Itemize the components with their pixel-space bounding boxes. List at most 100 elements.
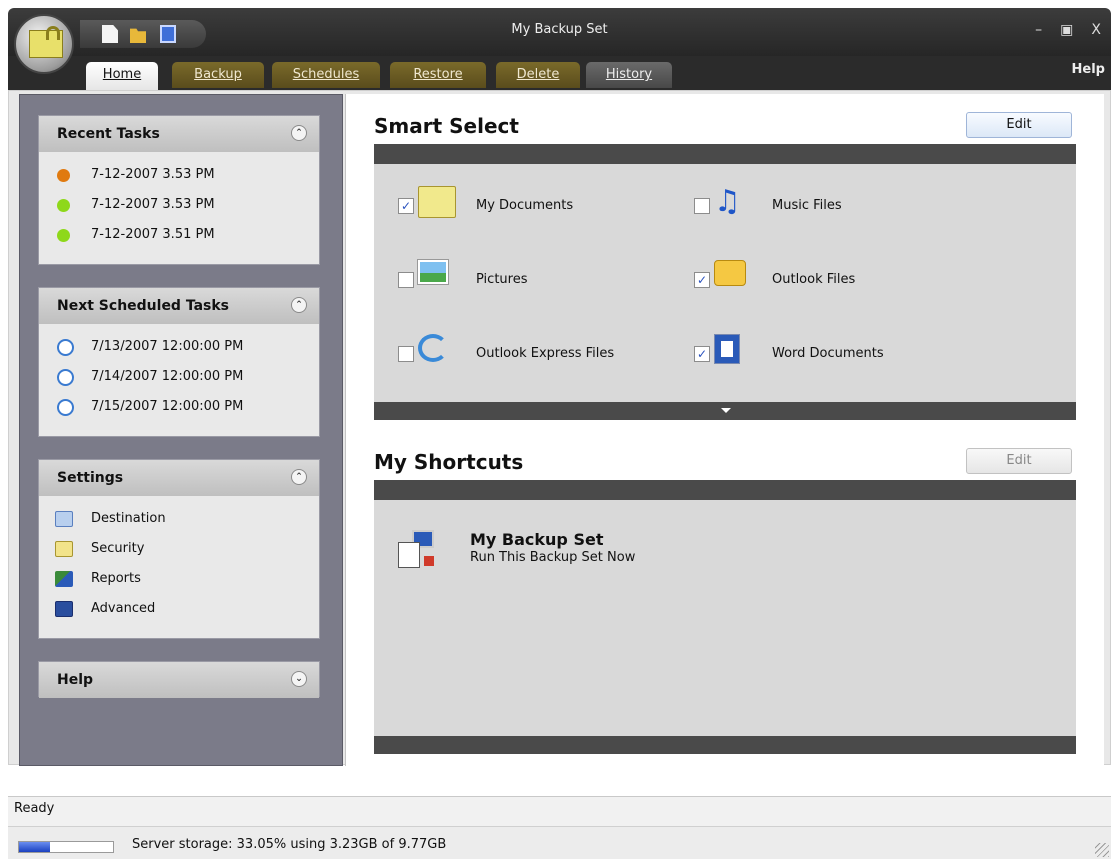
- close-icon[interactable]: X: [1091, 22, 1101, 38]
- shortcut-title: My Backup Set: [470, 530, 604, 549]
- settings-item-destination[interactable]: Destination: [39, 504, 319, 534]
- outlook-files-label: Outlook Files: [772, 272, 856, 287]
- window-controls: – ▣ X: [1035, 22, 1101, 38]
- storage-text: Server storage: 33.05% using 3.23GB of 9…: [132, 837, 447, 852]
- folder-icon: [55, 541, 73, 557]
- help-link[interactable]: Help: [1072, 62, 1105, 77]
- settings-title: Settings: [57, 470, 124, 486]
- destination-icon: [55, 511, 73, 527]
- status-orange-icon: [57, 169, 70, 182]
- my-documents-label: My Documents: [476, 198, 574, 213]
- collapse-icon[interactable]: ⌃: [291, 297, 307, 313]
- smart-select-header-bar: [374, 144, 1076, 164]
- smart-item-music-files: ♫ Music Files: [690, 186, 930, 226]
- smart-item-my-documents: ✓ My Documents: [394, 186, 634, 226]
- my-documents-checkbox[interactable]: ✓: [398, 198, 414, 214]
- smart-item-pictures: Pictures: [394, 260, 634, 300]
- status-green-icon: [57, 229, 70, 242]
- smart-select-well: ✓ My Documents ♫ Music Files Pictures ✓ …: [374, 164, 1076, 402]
- status-text: Ready: [14, 801, 55, 816]
- settings-header[interactable]: Settings ⌃: [39, 460, 319, 496]
- reports-icon: [55, 571, 73, 587]
- scheduled-tasks-title: Next Scheduled Tasks: [57, 298, 229, 314]
- tab-delete[interactable]: Delete: [496, 62, 580, 88]
- tab-history[interactable]: History: [586, 62, 672, 88]
- shortcuts-footer-bar: [374, 736, 1076, 754]
- sidebar: Recent Tasks ⌃ 7-12-2007 3.53 PM 7-12-20…: [19, 94, 343, 766]
- storage-meter: [18, 841, 114, 853]
- outlook-express-label: Outlook Express Files: [476, 346, 615, 361]
- smart-item-word-documents: ✓ Word Documents: [690, 334, 950, 374]
- maximize-icon[interactable]: ▣: [1060, 22, 1073, 38]
- window-title: My Backup Set: [511, 22, 608, 37]
- smart-select-edit-button[interactable]: Edit: [966, 112, 1072, 138]
- outlook-icon: [714, 260, 746, 286]
- smart-select-footer-bar[interactable]: [374, 402, 1076, 420]
- shortcuts-header-bar: [374, 480, 1076, 500]
- outlook-files-checkbox[interactable]: ✓: [694, 272, 710, 288]
- collapse-icon[interactable]: ⌃: [291, 125, 307, 141]
- word-documents-checkbox[interactable]: ✓: [694, 346, 710, 362]
- expand-arrow-icon[interactable]: [721, 408, 731, 413]
- recent-tasks-title: Recent Tasks: [57, 126, 160, 142]
- smart-select-title: Smart Select: [374, 114, 519, 138]
- settings-item-security[interactable]: Security: [39, 534, 319, 564]
- recent-task-item[interactable]: 7-12-2007 3.51 PM: [39, 220, 319, 250]
- outlook-express-icon: [418, 334, 448, 362]
- advanced-icon: [55, 601, 73, 617]
- pictures-checkbox[interactable]: [398, 272, 414, 288]
- ribbon-tabs: Home Backup Schedules Restore Delete His…: [8, 56, 1111, 90]
- collapse-icon[interactable]: ⌃: [291, 469, 307, 485]
- tab-home[interactable]: Home: [86, 62, 158, 90]
- music-files-checkbox[interactable]: [694, 198, 710, 214]
- recent-task-item[interactable]: 7-12-2007 3.53 PM: [39, 160, 319, 190]
- smart-item-outlook-files: ✓ Outlook Files: [690, 260, 930, 300]
- status-line: Ready: [8, 796, 1111, 826]
- tab-restore[interactable]: Restore: [390, 62, 486, 88]
- music-icon: ♫: [714, 184, 741, 219]
- recent-task-item[interactable]: 7-12-2007 3.53 PM: [39, 190, 319, 220]
- scheduled-task-item[interactable]: 7/15/2007 12:00:00 PM: [39, 392, 319, 422]
- my-shortcuts-title: My Shortcuts: [374, 450, 524, 474]
- help-title: Help: [57, 672, 94, 688]
- scheduled-tasks-panel: Next Scheduled Tasks ⌃ 7/13/2007 12:00:0…: [38, 287, 320, 437]
- tab-backup[interactable]: Backup: [172, 62, 264, 88]
- main-content: Smart Select Edit ✓ My Documents ♫ Music…: [345, 94, 1104, 766]
- picture-icon: [418, 260, 448, 284]
- scheduled-tasks-header[interactable]: Next Scheduled Tasks ⌃: [39, 288, 319, 324]
- app-logo-orb[interactable]: [14, 14, 74, 74]
- recent-tasks-header[interactable]: Recent Tasks ⌃: [39, 116, 319, 152]
- settings-panel: Settings ⌃ Destination Security Reports: [38, 459, 320, 639]
- tab-schedules[interactable]: Schedules: [272, 62, 380, 88]
- shortcuts-well: My Backup Set Run This Backup Set Now: [374, 500, 1076, 736]
- scheduled-task-item[interactable]: 7/14/2007 12:00:00 PM: [39, 362, 319, 392]
- help-header[interactable]: Help ⌄: [39, 662, 319, 698]
- shortcut-subtitle: Run This Backup Set Now: [470, 550, 636, 565]
- lock-icon: [46, 26, 60, 40]
- shortcuts-edit-button[interactable]: Edit: [966, 448, 1072, 474]
- outlook-express-checkbox[interactable]: [398, 346, 414, 362]
- storage-meter-fill: [19, 842, 51, 852]
- settings-item-advanced[interactable]: Advanced: [39, 594, 319, 624]
- schedule-clock-icon: [57, 399, 74, 416]
- smart-item-outlook-express: Outlook Express Files: [394, 334, 674, 374]
- recent-tasks-panel: Recent Tasks ⌃ 7-12-2007 3.53 PM 7-12-20…: [38, 115, 320, 265]
- title-bar: My Backup Set – ▣ X: [8, 8, 1111, 56]
- settings-item-reports[interactable]: Reports: [39, 564, 319, 594]
- word-documents-label: Word Documents: [772, 346, 884, 361]
- schedule-clock-icon: [57, 369, 74, 386]
- pictures-label: Pictures: [476, 272, 528, 287]
- schedule-clock-icon: [57, 339, 74, 356]
- word-icon: [714, 334, 740, 364]
- status-bar: Server storage: 33.05% using 3.23GB of 9…: [8, 826, 1111, 859]
- status-green-icon: [57, 199, 70, 212]
- music-files-label: Music Files: [772, 198, 842, 213]
- minimize-icon[interactable]: –: [1035, 22, 1042, 38]
- shortcut-backup-set[interactable]: My Backup Set Run This Backup Set Now: [394, 526, 694, 576]
- resize-grip-icon[interactable]: [1095, 843, 1109, 857]
- expand-icon[interactable]: ⌄: [291, 671, 307, 687]
- scheduled-task-item[interactable]: 7/13/2007 12:00:00 PM: [39, 332, 319, 362]
- folder-icon: [418, 186, 456, 218]
- help-panel: Help ⌄: [38, 661, 320, 698]
- backup-set-icon: [398, 530, 438, 568]
